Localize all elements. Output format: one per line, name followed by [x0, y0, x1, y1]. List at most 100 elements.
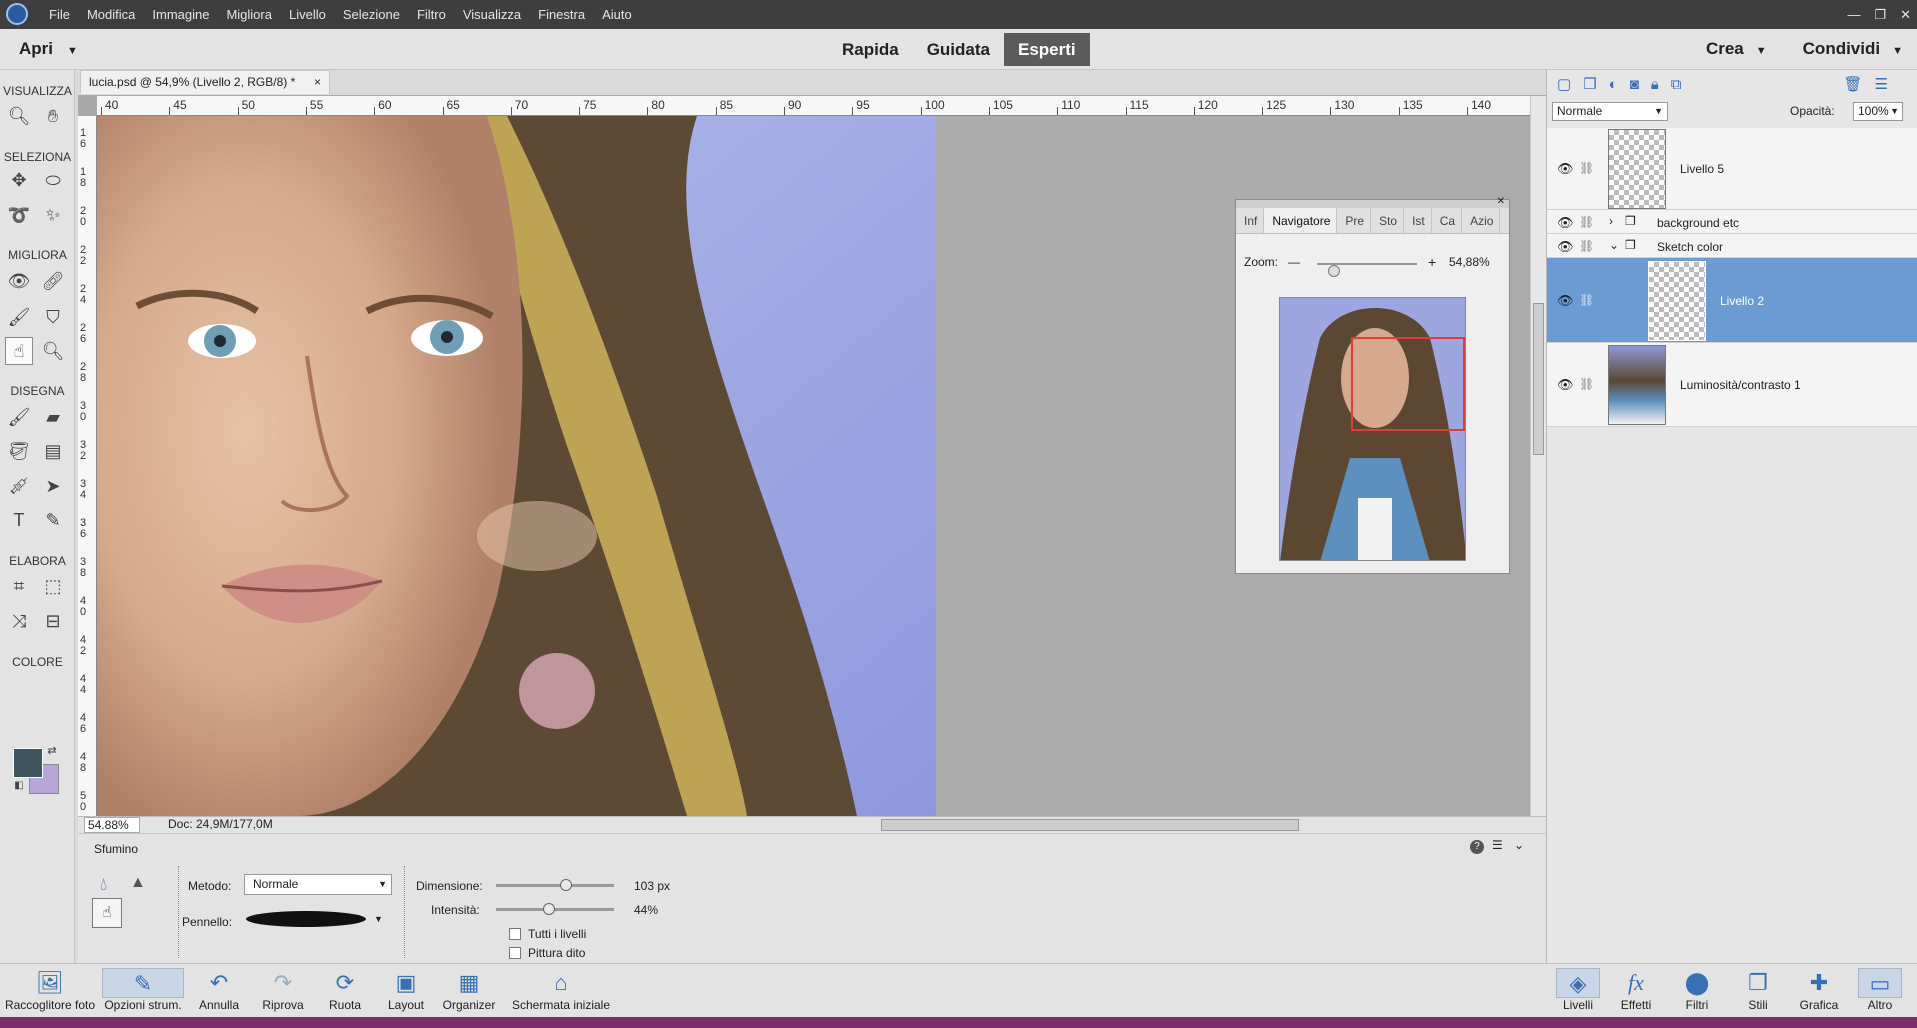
minimize-button[interactable]: —	[1847, 7, 1860, 22]
zoom-in-icon[interactable]: +	[1428, 254, 1436, 270]
hand-tool-icon[interactable]: ✋︎	[39, 102, 67, 130]
clone-stamp-tool-icon[interactable]: ⛉	[39, 303, 67, 331]
chevron-right-icon[interactable]: ›	[1609, 214, 1613, 228]
tool-options-button[interactable]: ✎ Opzioni strum.	[102, 968, 184, 1012]
eraser-tool-icon[interactable]: ▰	[39, 403, 67, 431]
layer-row-selected[interactable]: 👁︎ ⛓︎ Livello 2	[1547, 258, 1917, 343]
layer-group-row[interactable]: 👁︎ ⛓︎ ⌄ ❐ Sketch color	[1547, 234, 1917, 258]
styles-button[interactable]: ❐ Stili	[1736, 968, 1780, 1012]
menu-migliora[interactable]: Migliora	[226, 7, 272, 22]
layer-mask-icon[interactable]: ◙	[1630, 76, 1639, 93]
rotate-button[interactable]: ⟳ Ruota	[322, 968, 368, 1012]
swap-colors-icon[interactable]: ⇄	[44, 742, 60, 758]
sponge-tool-icon[interactable]: 🔍︎	[39, 337, 67, 365]
link-icon[interactable]: ⛓︎	[1579, 239, 1594, 253]
graphics-button[interactable]: ✚ Grafica	[1796, 968, 1842, 1012]
tab-guidata[interactable]: Guidata	[913, 33, 1004, 66]
menu-modifica[interactable]: Modifica	[87, 7, 135, 22]
horizontal-scrollbar-thumb[interactable]	[881, 819, 1299, 831]
vertical-scrollbar[interactable]	[1530, 96, 1546, 816]
recompose-tool-icon[interactable]: ⬚	[39, 572, 67, 600]
home-screen-button[interactable]: ⌂ Schermata iniziale	[508, 968, 614, 1012]
tab-color[interactable]: Ca	[1432, 208, 1463, 233]
eye-icon[interactable]: 👁︎	[1557, 377, 1574, 393]
strength-slider[interactable]	[496, 903, 614, 915]
navigator-preview[interactable]	[1279, 297, 1466, 561]
menu-aiuto[interactable]: Aiuto	[602, 7, 632, 22]
custom-shape-tool-icon[interactable]: ➤	[39, 472, 67, 500]
new-layer-icon[interactable]: ▢	[1557, 75, 1571, 93]
eye-icon[interactable]: 👁︎	[1557, 215, 1574, 231]
layer-group-row[interactable]: 👁︎ ⛓︎ › ❐ background etc	[1547, 210, 1917, 234]
foreground-color-swatch[interactable]	[13, 748, 43, 778]
gradient-tool-icon[interactable]: ▤	[39, 437, 67, 465]
eyedropper-tool-icon[interactable]: 💉︎	[5, 472, 33, 500]
effects-button[interactable]: fx Effetti	[1614, 968, 1658, 1012]
blur-tool-icon[interactable]: 💧︎	[100, 874, 107, 895]
size-slider[interactable]	[496, 879, 614, 891]
menu-selezione[interactable]: Selezione	[343, 7, 400, 22]
photo-bin-button[interactable]: 🖼︎ Raccoglitore foto	[4, 968, 96, 1012]
tab-navigator[interactable]: Navigatore	[1264, 208, 1338, 233]
content-aware-move-tool-icon[interactable]: ⤨	[5, 607, 33, 635]
close-document-icon[interactable]: ×	[314, 71, 321, 93]
undo-button[interactable]: ↶ Annulla	[196, 968, 242, 1012]
lock-pixels-icon[interactable]: ⧉	[1671, 76, 1682, 93]
all-layers-checkbox[interactable]	[509, 928, 521, 940]
crop-tool-icon[interactable]: ⌗	[5, 572, 33, 600]
options-menu-icon[interactable]: ☰	[1492, 838, 1503, 852]
straighten-tool-icon[interactable]: ⊟	[39, 607, 67, 635]
eye-icon[interactable]: 👁︎	[1557, 239, 1574, 255]
zoom-slider-knob[interactable]	[1327, 265, 1340, 277]
menu-filtro[interactable]: Filtro	[417, 7, 446, 22]
more-button[interactable]: ▭ Altro	[1858, 968, 1902, 1012]
collapse-icon[interactable]: ⌄	[1514, 838, 1524, 852]
document-canvas[interactable]	[97, 116, 936, 816]
open-button[interactable]: Apri ▼	[19, 39, 78, 59]
type-tool-icon[interactable]: T	[5, 506, 33, 534]
link-icon[interactable]: ⛓︎	[1579, 377, 1594, 391]
pencil-tool-icon[interactable]: ✎	[39, 506, 67, 534]
paint-brush-tool-icon[interactable]: 🖌︎	[5, 403, 33, 431]
create-button[interactable]: Crea ▼	[1706, 39, 1767, 59]
close-icon[interactable]: ✕	[1497, 196, 1505, 207]
method-select[interactable]: Normale ▼	[244, 874, 392, 895]
adjustment-layer-icon[interactable]: ◐	[1609, 76, 1618, 93]
tab-history[interactable]: Sto	[1371, 208, 1405, 233]
panel-menu-icon[interactable]: ☰	[1875, 75, 1888, 93]
menu-visualizza[interactable]: Visualizza	[463, 7, 521, 22]
panel-header[interactable]: ✕	[1236, 196, 1509, 208]
menu-file[interactable]: File	[49, 7, 70, 22]
redo-button[interactable]: ↷ Riprova	[260, 968, 306, 1012]
opacity-field[interactable]: 100% ▼	[1853, 102, 1903, 121]
layers-button[interactable]: ◈ Livelli	[1556, 968, 1600, 1012]
size-slider-knob[interactable]	[559, 879, 572, 891]
brush-tool-icon[interactable]: 🖌︎	[5, 303, 33, 331]
paint-bucket-tool-icon[interactable]: 🪣︎	[5, 437, 33, 465]
menu-immagine[interactable]: Immagine	[152, 7, 209, 22]
smudge-tool-icon[interactable]: ☝︎	[92, 898, 122, 928]
zoom-slider[interactable]	[1317, 263, 1417, 277]
link-icon[interactable]: ⛓︎	[1579, 215, 1594, 229]
new-group-icon[interactable]: ❒	[1583, 75, 1596, 93]
lock-icon[interactable]: 🔒︎	[1651, 76, 1659, 93]
marquee-tool-icon[interactable]: ⬭	[39, 166, 67, 194]
zoom-out-icon[interactable]: —	[1288, 255, 1300, 269]
close-button[interactable]: ✕	[1900, 7, 1911, 23]
eye-icon[interactable]: 👁︎	[1557, 161, 1574, 177]
blend-mode-select[interactable]: Normale ▼	[1552, 102, 1668, 121]
layer-row[interactable]: 👁︎ ⛓︎ Livello 5	[1547, 128, 1917, 210]
zoom-field[interactable]: 54.88%	[84, 817, 140, 833]
link-icon[interactable]: ⛓︎	[1579, 161, 1594, 175]
layout-button[interactable]: ▣ Layout	[382, 968, 430, 1012]
document-tab[interactable]: lucia.psd @ 54,9% (Livello 2, RGB/8) * ×	[80, 70, 330, 94]
sharpen-tool-icon[interactable]: ▲	[130, 874, 146, 892]
finger-paint-checkbox[interactable]	[509, 947, 521, 959]
organizer-button[interactable]: ▦ Organizer	[440, 968, 498, 1012]
lasso-tool-icon[interactable]: ➰	[5, 201, 33, 229]
smudge-tool-icon[interactable]: ☝︎	[5, 337, 33, 365]
restore-button[interactable]: ❐	[1874, 7, 1886, 23]
share-button[interactable]: Condividi ▼	[1803, 39, 1903, 59]
link-icon[interactable]: ⛓︎	[1579, 293, 1594, 307]
strength-slider-knob[interactable]	[542, 903, 555, 915]
